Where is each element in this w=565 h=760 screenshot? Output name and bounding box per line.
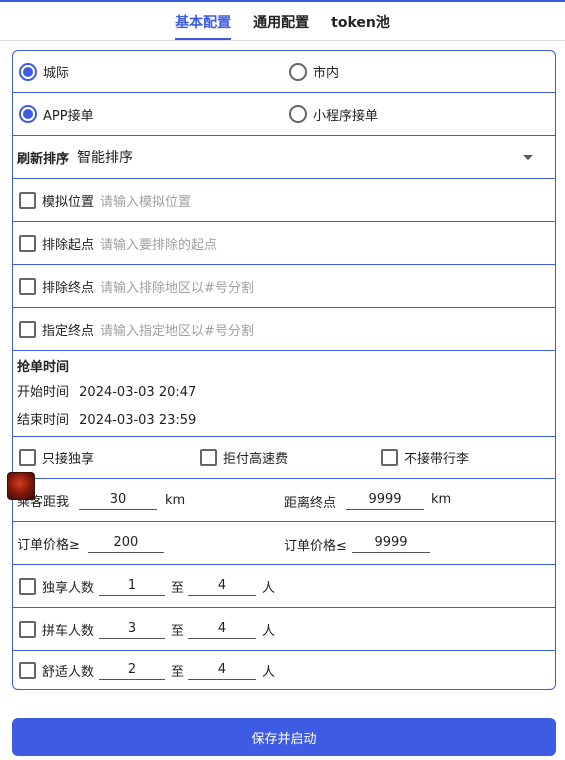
- tab-divider: [0, 40, 565, 41]
- price-max-input[interactable]: 9999: [352, 533, 430, 553]
- exclude-start-label: 排除起点: [42, 237, 95, 253]
- radio-app-order-indicator[interactable]: [19, 105, 37, 123]
- tab-basic-config[interactable]: 基本配置: [175, 8, 232, 40]
- mock-location-label: 模拟位置: [42, 194, 95, 210]
- designated-end-label: 指定终点: [42, 323, 95, 339]
- save-and-start-button[interactable]: 保存并启动: [12, 718, 556, 756]
- carpool-count-label: 拼车人数: [42, 623, 95, 639]
- exclusive-count-checkbox[interactable]: [19, 577, 36, 595]
- designated-end-checkbox[interactable]: [19, 320, 36, 338]
- start-time-label: 开始时间: [17, 385, 70, 400]
- passenger-distance-input[interactable]: 30: [79, 490, 158, 510]
- end-time-value[interactable]: 2024-03-03 23:59: [79, 413, 196, 428]
- grab-time-section: 抢单时间 开始时间 2024-03-03 20:47 结束时间 2024-03-…: [13, 351, 555, 437]
- distance-row: 乘客距我 30 km 距离终点 9999 km: [13, 479, 555, 522]
- filters-row: 只接独享 拒付高速费 不接带行李: [13, 437, 555, 479]
- exclusive-count-label: 独享人数: [42, 580, 95, 596]
- exclude-end-checkbox[interactable]: [19, 277, 36, 295]
- carpool-count-to-input[interactable]: 4: [188, 619, 257, 639]
- designated-end-input[interactable]: 请输入指定地区以#号分割: [100, 320, 254, 339]
- exclusive-count-from-input[interactable]: 1: [99, 576, 166, 596]
- exclusive-count-row: 独享人数 1 至 4 人: [13, 565, 555, 608]
- order-source-row: APP接单 小程序接单: [13, 93, 555, 136]
- radio-miniprogram-label: 小程序接单: [313, 108, 379, 124]
- reject-highway-label: 拒付高速费: [223, 452, 289, 467]
- exclusive-only-checkbox[interactable]: [19, 449, 36, 466]
- passenger-distance-unit: km: [165, 492, 186, 508]
- floating-avatar-icon[interactable]: [7, 472, 35, 500]
- comfort-count-to-label: 至: [171, 664, 185, 680]
- comfort-count-row: 舒适人数 2 至 4 人: [13, 651, 555, 689]
- top-accent-bar: [0, 0, 565, 2]
- radio-intercity-label: 城际: [43, 66, 70, 81]
- exclude-start-input[interactable]: 请输入要排除的起点: [100, 234, 217, 253]
- config-form: 城际 市内 APP接单 小程序接单 刷新排序 智能排序 模拟位置 请输入模拟位置…: [12, 50, 556, 690]
- start-time-row[interactable]: 开始时间 2024-03-03 20:47: [17, 379, 555, 407]
- exclude-start-row: 排除起点 请输入要排除的起点: [13, 222, 555, 265]
- tab-bar: 基本配置 通用配置 token池: [0, 8, 565, 40]
- exclusive-only-label: 只接独享: [42, 452, 95, 467]
- exclusive-count-to-input[interactable]: 4: [188, 576, 257, 596]
- no-luggage-label: 不接带行李: [404, 452, 470, 467]
- sort-label: 刷新排序: [17, 151, 70, 167]
- price-max-label: 订单价格≤: [284, 539, 347, 554]
- carpool-count-unit: 人: [262, 623, 276, 639]
- price-min-input[interactable]: 200: [87, 533, 164, 553]
- radio-miniprogram-indicator[interactable]: [289, 105, 307, 123]
- no-luggage-option[interactable]: 不接带行李: [381, 437, 469, 478]
- chevron-down-icon[interactable]: [523, 155, 533, 160]
- grab-time-title: 抢单时间: [17, 360, 70, 375]
- sort-value: 智能排序: [77, 150, 134, 166]
- radio-intercity[interactable]: 城际: [19, 51, 69, 92]
- exclude-start-checkbox[interactable]: [19, 234, 36, 252]
- radio-intercity-indicator[interactable]: [19, 62, 37, 81]
- reject-highway-option[interactable]: 拒付高速费: [200, 437, 288, 478]
- carpool-count-row: 拼车人数 3 至 4 人: [13, 608, 555, 651]
- no-luggage-checkbox[interactable]: [381, 449, 398, 466]
- mock-location-input[interactable]: 请输入模拟位置: [100, 191, 191, 210]
- radio-app-order[interactable]: APP接单: [19, 93, 94, 135]
- radio-miniprogram-order[interactable]: 小程序接单: [289, 93, 378, 135]
- end-time-label: 结束时间: [17, 413, 70, 428]
- comfort-count-from-input[interactable]: 2: [99, 660, 166, 680]
- sort-select[interactable]: 刷新排序 智能排序: [13, 136, 555, 179]
- carpool-count-to-label: 至: [171, 623, 185, 639]
- exclusive-count-unit: 人: [262, 580, 276, 596]
- tab-token-pool[interactable]: token池: [331, 8, 390, 40]
- radio-city[interactable]: 市内: [289, 51, 339, 92]
- dest-distance-label: 距离终点: [284, 496, 337, 511]
- exclude-end-label: 排除终点: [42, 280, 95, 296]
- end-time-row[interactable]: 结束时间 2024-03-03 23:59: [17, 407, 555, 435]
- tab-general-config[interactable]: 通用配置: [253, 8, 309, 40]
- reject-highway-checkbox[interactable]: [200, 449, 217, 466]
- price-row: 订单价格≥ 200 订单价格≤ 9999: [13, 522, 555, 565]
- carpool-count-from-input[interactable]: 3: [99, 619, 166, 639]
- start-time-value[interactable]: 2024-03-03 20:47: [79, 385, 196, 400]
- mock-location-checkbox[interactable]: [19, 191, 36, 209]
- comfort-count-unit: 人: [262, 664, 276, 680]
- comfort-count-label: 舒适人数: [42, 664, 95, 680]
- trip-type-row: 城际 市内: [13, 51, 555, 93]
- dest-distance-unit: km: [431, 492, 452, 507]
- exclusive-count-to-label: 至: [171, 580, 185, 596]
- carpool-count-checkbox[interactable]: [19, 620, 36, 638]
- comfort-count-checkbox[interactable]: [19, 661, 36, 679]
- exclude-end-row: 排除终点 请输入排除地区以#号分割: [13, 265, 555, 308]
- dest-distance-input[interactable]: 9999: [346, 490, 424, 510]
- exclude-end-input[interactable]: 请输入排除地区以#号分割: [100, 277, 254, 296]
- mock-location-row: 模拟位置 请输入模拟位置: [13, 179, 555, 222]
- radio-city-label: 市内: [313, 66, 340, 81]
- price-min-label: 订单价格≥: [17, 537, 80, 553]
- radio-app-order-label: APP接单: [43, 108, 94, 124]
- designated-end-row: 指定终点 请输入指定地区以#号分割: [13, 308, 555, 351]
- radio-city-indicator[interactable]: [289, 62, 307, 81]
- comfort-count-to-input[interactable]: 4: [188, 660, 257, 680]
